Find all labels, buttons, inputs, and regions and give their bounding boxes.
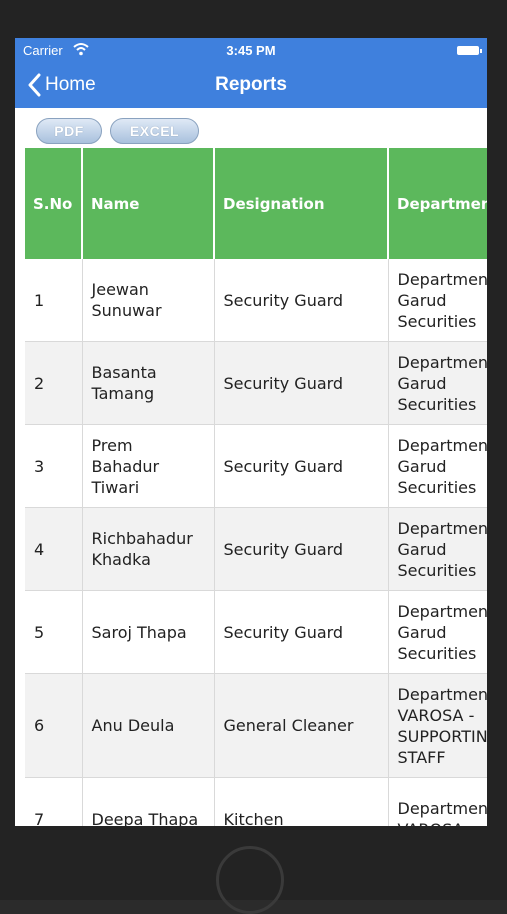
table-row[interactable]: 6 Anu Deula General Cleaner Departmen VAROSA…: [25, 673, 487, 778]
cell-name: Basanta Tamang: [82, 341, 215, 425]
cell-department: Departmen VAROSA - SUPPORTIN STAFF: [388, 673, 487, 778]
cell-department: Departmen Garud Securities: [388, 424, 487, 508]
cell-sno: 3: [25, 424, 83, 508]
page-title: Reports: [215, 74, 287, 95]
report-table: S.No Name Designation Departmen 1 Jeewan …: [25, 148, 487, 826]
column-header-sno: S.No: [25, 148, 83, 259]
cell-sno: 7: [25, 777, 83, 826]
cell-department: Departmen Garud Securities: [388, 341, 487, 425]
cell-designation: Security Guard: [214, 424, 389, 508]
cell-sno: 5: [25, 590, 83, 674]
cell-department: Departmen Garud Securities: [388, 507, 487, 591]
cell-designation: Security Guard: [214, 507, 389, 591]
cell-name: Jeewan Sunuwar: [82, 259, 215, 342]
export-toolbar: PDF EXCEL: [15, 108, 487, 148]
table-body: 1 Jeewan Sunuwar Security Guard Departmen Ga…: [25, 259, 487, 826]
cell-name: Prem Bahadur Tiwari: [82, 424, 215, 508]
column-header-designation: Designation: [214, 148, 389, 259]
cell-designation: Security Guard: [214, 590, 389, 674]
table-row[interactable]: 4 Richbahadur Khadka Security Guard Departm…: [25, 507, 487, 591]
cell-designation: Security Guard: [214, 341, 389, 425]
home-button[interactable]: [216, 846, 284, 914]
pdf-export-button[interactable]: PDF: [36, 118, 102, 144]
cell-department: Departmen Garud Securities: [388, 590, 487, 674]
cell-designation: Kitchen: [214, 777, 389, 826]
table-row[interactable]: 7Deepa ThapaKitchenDepartmenVAROSA -: [25, 777, 487, 826]
navigation-bar: Home Reports: [15, 62, 487, 108]
table-row[interactable]: 1 Jeewan Sunuwar Security Guard Departmen Ga…: [25, 259, 487, 342]
cell-name: Deepa Thapa: [82, 777, 215, 826]
cell-designation: Security Guard: [214, 259, 389, 342]
excel-export-button[interactable]: EXCEL: [110, 118, 199, 144]
status-time: 3:45 PM: [226, 43, 276, 58]
cell-name: Anu Deula: [82, 673, 215, 778]
status-bar: Carrier 3:45 PM: [15, 38, 487, 62]
column-header-department: Departmen: [388, 148, 487, 259]
table-row[interactable]: 2 Basanta Tamang Security Guard Departmen Ga…: [25, 341, 487, 425]
cell-sno: 2: [25, 341, 83, 425]
cell-department: Departmen Garud Securities: [388, 259, 487, 342]
phone-device: Carrier 3:45 PM Home Reports PDF EXCEL S…: [0, 0, 507, 914]
cell-name: Saroj Thapa: [82, 590, 215, 674]
table-row[interactable]: 5 Saroj Thapa Security Guard Departmen Garud…: [25, 590, 487, 674]
cell-sno: 6: [25, 673, 83, 778]
column-header-name: Name: [82, 148, 215, 259]
cell-sno: 4: [25, 507, 83, 591]
table-header-row: S.No Name Designation Departmen: [25, 148, 487, 259]
cell-sno: 1: [25, 259, 83, 342]
battery-icon: [457, 46, 482, 55]
cell-name: Richbahadur Khadka: [82, 507, 215, 591]
cell-designation: General Cleaner: [214, 673, 389, 778]
app-screen: Carrier 3:45 PM Home Reports PDF EXCEL S…: [15, 38, 487, 826]
report-table-container[interactable]: S.No Name Designation Departmen 1 Jeewan …: [25, 148, 487, 826]
cell-department: DepartmenVAROSA -: [388, 777, 487, 826]
table-row[interactable]: 3 Prem Bahadur Tiwari Security Guard Depart…: [25, 424, 487, 508]
